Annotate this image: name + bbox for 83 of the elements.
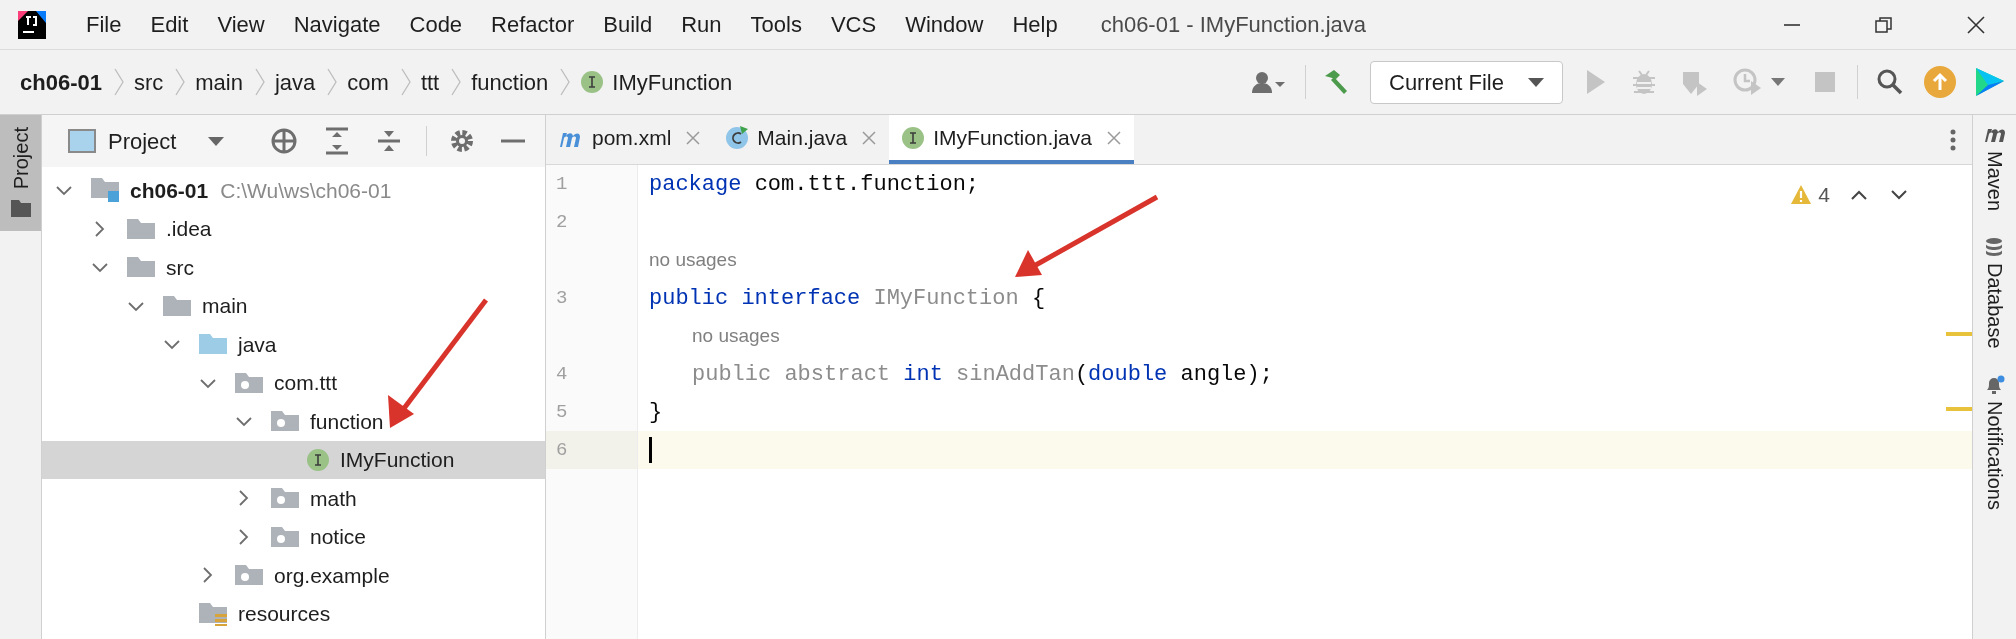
tree-item[interactable]: src (42, 248, 545, 287)
menu-item[interactable]: Build (603, 8, 653, 41)
chevron-icon (449, 67, 462, 97)
line-number: 4 (556, 361, 568, 387)
restore-icon[interactable] (1874, 14, 1894, 35)
menu-item[interactable]: Tools (750, 8, 802, 41)
close-icon[interactable] (1966, 14, 1986, 35)
inlay-hint: no usages (649, 247, 737, 272)
menu-item[interactable]: Navigate (293, 8, 381, 41)
menu-item[interactable]: Help (1012, 8, 1058, 41)
editor-tab[interactable]: pom.xml (546, 115, 714, 164)
caret-icon[interactable] (1771, 78, 1785, 86)
caret-icon (1528, 77, 1544, 87)
project-path: C:\Wu\ws\ch06-01 (220, 177, 392, 204)
search-icon[interactable] (1876, 68, 1904, 96)
chevron-icon (325, 67, 338, 97)
window-icon (68, 129, 96, 153)
chevron-down-icon[interactable] (1890, 187, 1908, 202)
breadcrumb[interactable]: IMyFunction (580, 65, 733, 99)
tree-item[interactable]: math (42, 479, 545, 518)
expand-all-icon[interactable] (324, 127, 351, 155)
breadcrumb[interactable]: function (471, 65, 549, 99)
editor-tab[interactable]: Main.java (713, 115, 890, 164)
interface-icon (901, 125, 926, 150)
breadcrumb[interactable]: java (274, 65, 316, 99)
warning-marker[interactable] (1946, 332, 1972, 336)
inlay-hint: no usages (692, 323, 780, 348)
locate-icon[interactable] (270, 127, 299, 155)
app-logo[interactable] (1974, 66, 2006, 98)
tree-item[interactable]: com.ttt (42, 363, 545, 402)
tree-item[interactable]: org.example (42, 556, 545, 595)
settings-icon[interactable] (449, 128, 476, 154)
tool-window-tab[interactable]: Notifications (1979, 374, 2010, 510)
line-number: 1 (556, 171, 568, 197)
line-number: 5 (556, 399, 568, 425)
breadcrumb[interactable]: com (347, 65, 389, 99)
folder-icon (10, 199, 31, 218)
line-number: 3 (556, 285, 568, 311)
run-configuration-dropdown[interactable]: Current File (1370, 60, 1563, 104)
code-line: } (649, 398, 663, 427)
interface-icon (580, 70, 605, 94)
menu-item[interactable]: VCS (830, 8, 877, 41)
menu-item[interactable]: Window (905, 8, 984, 41)
warning-marker[interactable] (1946, 407, 1972, 411)
line-number: 2 (556, 209, 568, 235)
editor-tab[interactable]: IMyFunction.java (889, 115, 1134, 164)
more-icon[interactable] (1950, 127, 1956, 152)
breadcrumb[interactable]: main (195, 65, 243, 99)
menu-item[interactable]: Run (681, 8, 722, 41)
text-cursor (649, 437, 652, 463)
code-line: public interface IMyFunction { (649, 284, 1046, 313)
breadcrumb[interactable]: src (133, 65, 164, 99)
breadcrumb[interactable]: ch06-01 (20, 65, 102, 99)
minimize-icon[interactable] (501, 138, 526, 144)
caret-icon (208, 136, 225, 146)
tool-window-tab[interactable]: Maven (1979, 125, 2010, 212)
warning-count[interactable]: 4 (1818, 179, 1830, 211)
tool-window-tab[interactable]: Project (0, 115, 41, 232)
tree-item[interactable]: ch06-01 C:\Wu\ws\ch06-01 (42, 171, 545, 210)
tree-item[interactable]: IMyFunction (42, 440, 545, 479)
tree-item[interactable]: resources (42, 594, 545, 633)
tree-item[interactable]: function (42, 402, 545, 441)
chevron-icon (173, 67, 186, 97)
breadcrumb[interactable]: ttt (420, 65, 440, 99)
tree-item[interactable]: java (42, 325, 545, 364)
menu-item[interactable]: Edit (150, 8, 189, 41)
menu-item[interactable]: View (217, 8, 265, 41)
window-title: ch06-01 - IMyFunction.java (1100, 11, 1366, 39)
class-icon (725, 125, 750, 150)
code-line: public abstract int sinAddTan(double angle); (692, 360, 1273, 389)
menu-item[interactable]: Refactor (491, 8, 575, 41)
menu-item[interactable]: Code (409, 8, 463, 41)
chevron-icon (558, 67, 571, 97)
app-logo (18, 10, 46, 39)
interface-icon (306, 447, 330, 472)
user-icon[interactable] (1251, 69, 1287, 95)
line-number: 6 (556, 437, 568, 463)
tree-item[interactable]: .idea (42, 209, 545, 248)
tool-window-tab[interactable]: Database (1979, 237, 2010, 349)
code-line: package com.ttt.function; (649, 170, 980, 199)
tree-item[interactable]: notice (42, 517, 545, 556)
tree-item[interactable]: main (42, 286, 545, 325)
menu-item[interactable]: File (86, 8, 122, 41)
